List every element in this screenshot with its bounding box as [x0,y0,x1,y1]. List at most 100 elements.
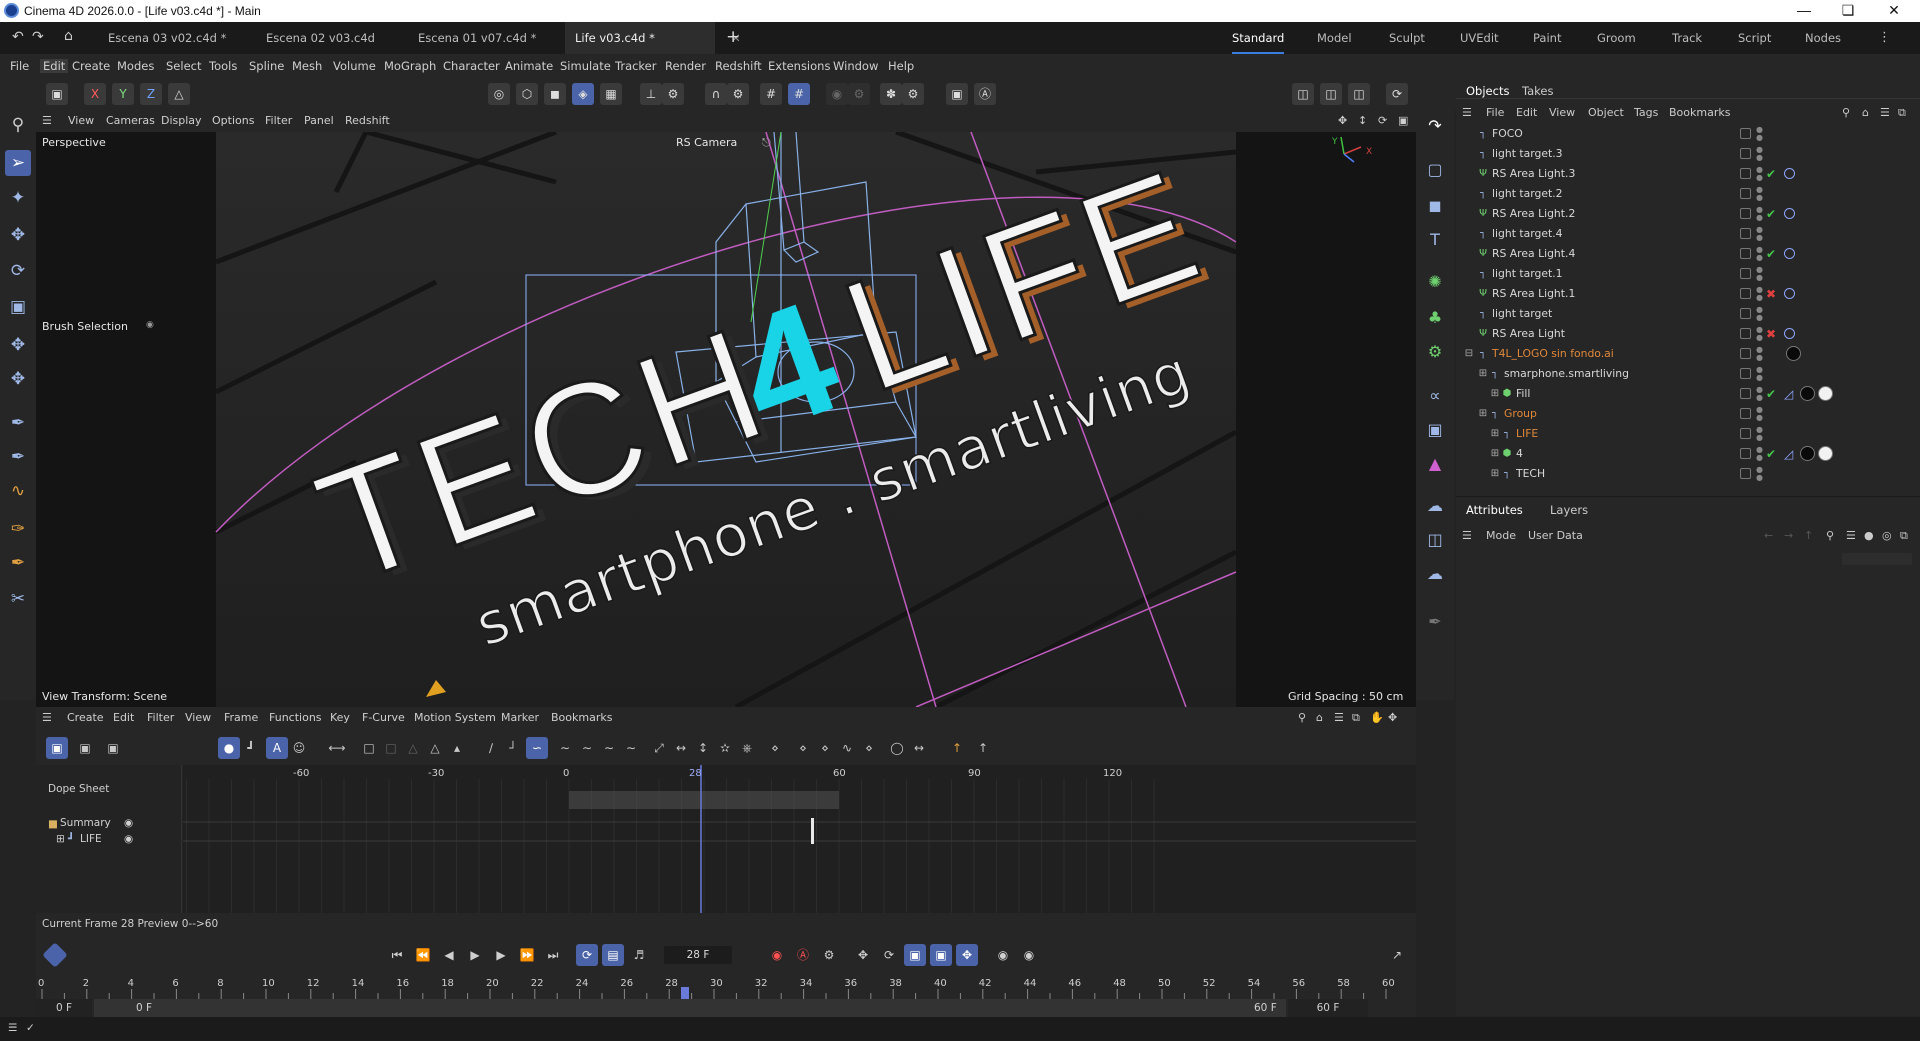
play-icon[interactable]: ▶ [464,944,486,966]
camera-icon[interactable]: ◫ [1423,528,1447,552]
tab-layers[interactable]: Layers [1550,503,1588,517]
track-life[interactable]: LIFE [80,833,102,845]
scene-icon[interactable]: ▣ [1423,418,1447,442]
redo-icon[interactable]: ↷ [32,29,44,45]
disabled-cross-icon[interactable]: ✖ [1766,284,1776,304]
environment-icon[interactable]: ☁ [1423,494,1447,518]
minimize-icon[interactable]: — [1784,2,1824,18]
visibility-dots-icon[interactable]: ● ● [1756,406,1763,422]
range-slider[interactable]: 0 F 60 F [94,999,1286,1017]
vp-menu-view[interactable]: View [68,114,94,127]
tweak-icon[interactable]: ◉ [1018,944,1040,966]
dope-sheet-mode-icon[interactable]: ▣ [46,737,68,759]
forward-arrow-icon[interactable]: → [1784,529,1793,542]
cloner-icon[interactable]: ♣ [1423,306,1447,330]
object-row[interactable]: ⊞ ┐ LIFE ● ● [1456,424,1920,444]
vp-menu-options[interactable]: Options [212,114,254,127]
fcurve-mode-icon[interactable]: ▣ [74,737,96,759]
target-tag-icon[interactable] [1784,328,1795,339]
target-tag-icon[interactable] [1784,208,1795,219]
pen-disabled-icon[interactable]: ✒ [1423,610,1447,634]
user-icon[interactable]: ☺ [288,737,310,759]
field-icon[interactable]: ∝ [1423,384,1447,408]
layer-edit-icon[interactable] [1740,188,1751,199]
menu-help[interactable]: Help [888,59,914,73]
object-row[interactable]: ⊞ ⬢ 4 ● ● ✔ ◿ [1456,444,1920,464]
lock-value-icon[interactable]: ⋄ [792,737,814,759]
phong-tag-icon[interactable]: ◿ [1784,444,1793,464]
enabled-check-icon[interactable]: ✔ [1766,244,1776,264]
key-mode-icon[interactable]: ● [218,737,240,759]
home-icon[interactable]: ⌂ [1862,106,1869,119]
text-spline-icon[interactable]: T [1423,228,1447,252]
camera-lock-icon[interactable]: ⎋ [762,136,771,150]
object-row[interactable]: ┐ FOCO ● ● [1456,124,1920,144]
target-tag-icon[interactable] [1784,288,1795,299]
tl-menu-edit[interactable]: Edit [113,711,134,724]
keyframe-marker[interactable] [811,818,814,844]
visibility-dots-icon[interactable]: ● ● [1756,126,1763,142]
layout-standard[interactable]: Standard [1232,22,1285,54]
soft-settings-icon[interactable]: ⚙ [848,83,870,105]
visibility-dots-icon[interactable]: ● ● [1756,446,1763,462]
key-rotation-icon[interactable]: ⟳ [878,944,900,966]
menu-render[interactable]: Render [665,59,706,73]
auto-tangent-icon[interactable]: ✫ [714,737,736,759]
pin-icon[interactable]: ✥ [1388,711,1397,724]
zero-icon[interactable]: ◯ [886,737,908,759]
world-axis-icon[interactable]: △ [168,83,190,105]
ruler-playhead[interactable] [681,987,689,999]
layer-edit-icon[interactable] [1740,148,1751,159]
layer-edit-icon[interactable] [1740,308,1751,319]
obj-menu-file[interactable]: File [1486,106,1504,119]
key-scale-icon[interactable]: ▣ [904,944,926,966]
add-marker-icon[interactable]: ↑ [972,737,994,759]
frame-selected-icon[interactable]: □ [358,737,380,759]
soft-selection-icon[interactable]: ◉ [826,83,848,105]
move-tool-icon[interactable]: ✥ [5,222,31,248]
hand-icon[interactable]: ✋ [1370,711,1384,724]
sketch-tool-icon[interactable]: ✒ [5,444,31,470]
visibility-dots-icon[interactable]: ● ● [1756,186,1763,202]
object-row[interactable]: ⊞ ┐ TECH ● ● [1456,464,1920,484]
new-window-icon[interactable]: ⧉ [1900,529,1908,543]
attr-menu-user-data[interactable]: User Data [1528,529,1583,542]
workplane-icon[interactable]: # [788,83,810,105]
toggle-layout-icon[interactable]: ▣ [1398,114,1408,127]
lock-time-icon[interactable]: ⋄ [764,737,786,759]
ease-out-icon[interactable]: ∼ [598,737,620,759]
menu-volume[interactable]: Volume [333,59,376,73]
visibility-dots-icon[interactable]: ● ● [1756,266,1763,282]
snap-keys-icon[interactable]: △ [402,737,424,759]
disabled-cross-icon[interactable]: ✖ [1766,324,1776,344]
filter-icon[interactable]: ☰ [1846,529,1856,542]
doc-tab[interactable]: Escena 02 v03.c4d [256,22,385,54]
spline-tool-icon[interactable]: ∿ [5,478,31,504]
menu-animate[interactable]: Animate [505,59,553,73]
edges-mode-icon[interactable]: ⬡ [516,83,538,105]
frame-ruler[interactable]: 0 2 4 6 8 10 12 14 16 18 20 22 24 26 28 30 32 34 36 38 40 42 4… [36,975,1416,999]
layout-sculpt[interactable]: Sculpt [1389,22,1425,54]
home-icon[interactable]: ⌂ [1316,711,1323,724]
layer-edit-icon[interactable] [1740,228,1751,239]
symmetry-settings-icon[interactable]: ⚙ [902,83,924,105]
layer-edit-icon[interactable] [1740,208,1751,219]
material-tag-icon[interactable] [1800,386,1815,401]
camera-label[interactable]: RS Camera [676,136,737,149]
key-position-icon[interactable]: ✥ [852,944,874,966]
lock-icon[interactable]: ▣ [946,83,968,105]
up-arrow-icon[interactable]: ↑ [1804,529,1813,542]
points-mode-icon[interactable]: ◎ [488,83,510,105]
layer-edit-icon[interactable] [1740,468,1751,479]
menu-modes[interactable]: Modes [117,59,154,73]
filter-icon[interactable]: ☰ [1334,711,1344,724]
more-menu-icon[interactable]: ⋮ [1878,30,1891,45]
target-tag-icon[interactable] [1784,168,1795,179]
visibility-dots-icon[interactable]: ● ● [1756,286,1763,302]
enabled-check-icon[interactable]: ✔ [1766,384,1776,404]
visibility-dots-icon[interactable]: ● ● [1756,166,1763,182]
obj-menu-bookmarks[interactable]: Bookmarks [1669,106,1730,119]
cube-primitive-icon[interactable]: ▢ [1423,158,1447,182]
tl-menu-marker[interactable]: Marker [501,711,539,724]
zero-angle-icon[interactable]: ↕ [692,737,714,759]
